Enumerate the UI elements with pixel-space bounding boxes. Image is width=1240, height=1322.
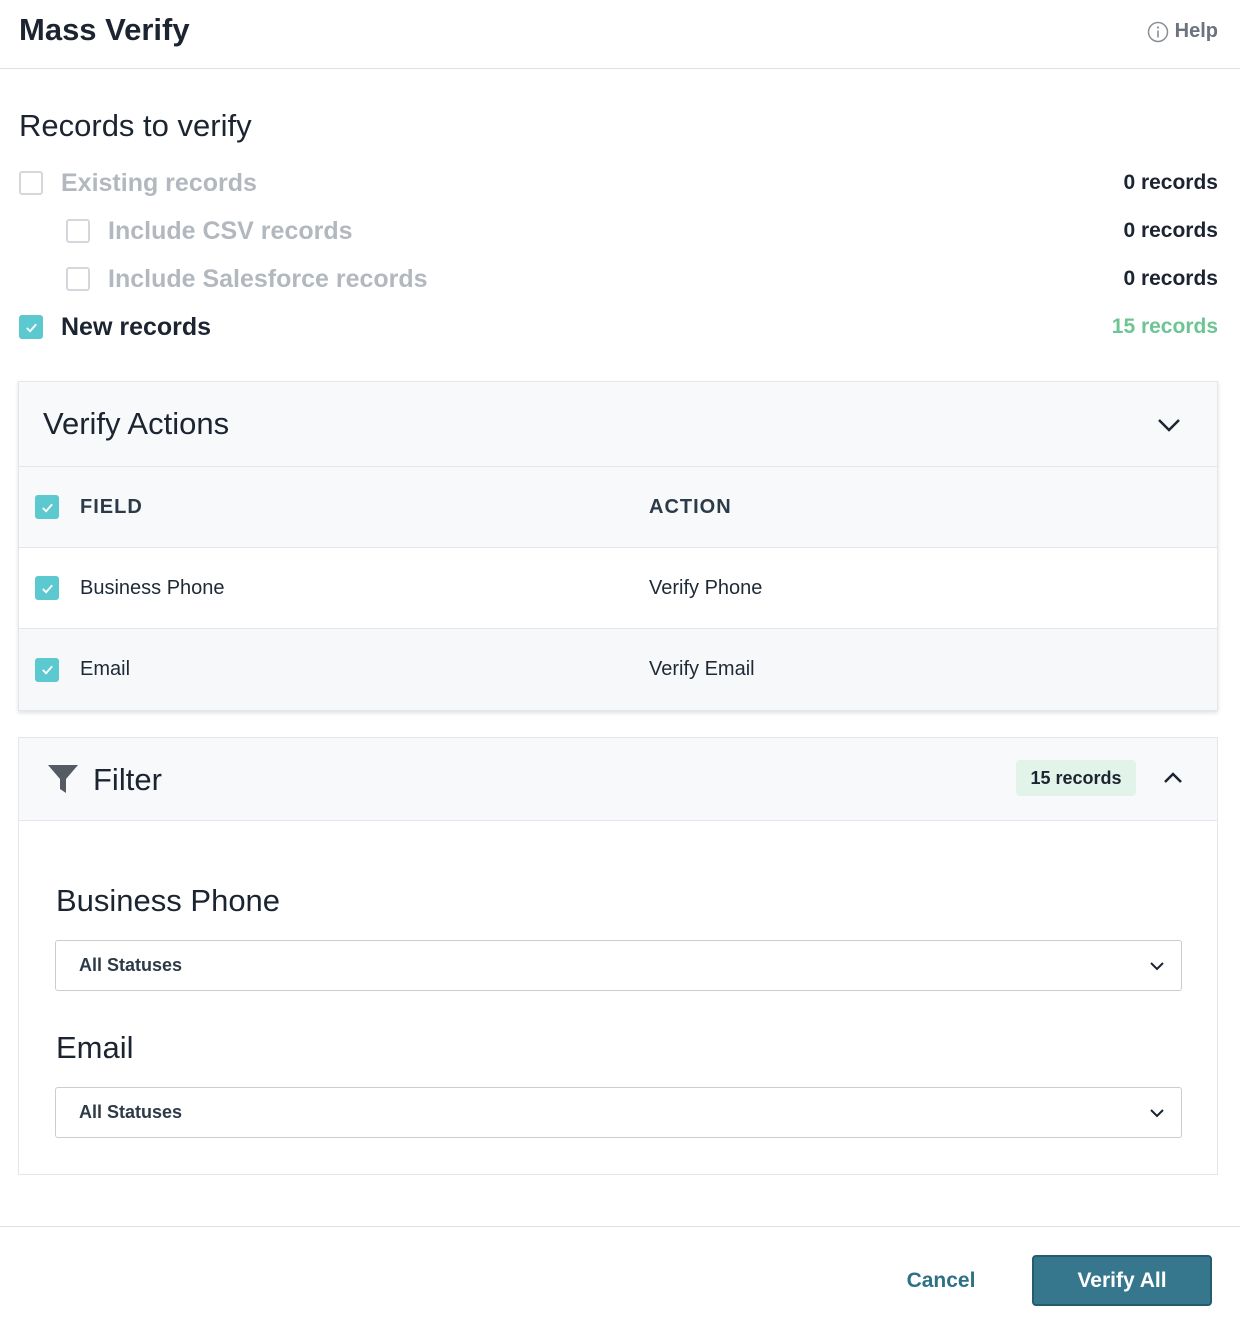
select-all-checkbox[interactable] [35,495,59,519]
chevron-down-icon [1150,962,1164,971]
help-label: Help [1174,20,1218,42]
email-status-select[interactable]: All Statuses [55,1087,1182,1138]
filter-panel: Filter 15 records Business Phone All Sta… [18,737,1218,1175]
chevron-down-icon [1150,1109,1164,1118]
check-icon [41,503,53,513]
action-column-header: ACTION [649,495,732,518]
filter-header[interactable]: Filter 15 records [19,738,1217,821]
chevron-up-icon[interactable] [1159,764,1187,792]
business-phone-checkbox[interactable] [35,576,59,600]
business-phone-status-value: All Statuses [79,955,183,975]
check-icon [41,584,53,594]
existing-records-row[interactable]: Existing records 0 records [19,167,1218,199]
business-phone-filter-label: Business Phone [56,883,281,918]
business-phone-status-select[interactable]: All Statuses [55,940,1182,991]
page-title: Mass Verify [19,12,190,47]
email-status-value: All Statuses [79,1102,183,1122]
help-link[interactable]: Help [1147,20,1218,43]
email-checkbox[interactable] [35,657,59,682]
check-icon [41,665,53,675]
field-cell: Business Phone [80,576,225,599]
include-csv-checkbox[interactable] [66,219,90,243]
modal-header: Mass Verify Help [0,0,1240,69]
existing-records-label: Existing records [61,168,257,197]
new-records-label: New records [61,312,212,341]
existing-records-checkbox[interactable] [19,171,43,195]
records-section-title: Records to verify [19,108,252,143]
funnel-icon [48,765,78,793]
include-csv-count: 0 records [1123,219,1218,242]
include-salesforce-label: Include Salesforce records [108,264,428,293]
include-salesforce-row[interactable]: Include Salesforce records 0 records [66,263,1218,295]
field-column-header: FIELD [80,495,143,518]
verify-all-button[interactable]: Verify All [1032,1255,1212,1306]
include-csv-row[interactable]: Include CSV records 0 records [66,215,1218,247]
filter-title: Filter [93,762,162,797]
verify-actions-panel: Verify Actions FIELD ACTION Business Pho… [18,381,1218,711]
include-salesforce-checkbox[interactable] [66,267,90,291]
table-row: Email Verify Email [19,629,1217,710]
chevron-down-icon[interactable] [1155,411,1183,439]
verify-actions-title: Verify Actions [43,406,230,441]
new-records-checkbox[interactable] [19,315,43,339]
verify-actions-header[interactable]: Verify Actions [19,382,1217,467]
existing-records-count: 0 records [1123,171,1218,194]
info-icon [1147,21,1168,42]
action-cell: Verify Email [649,658,755,680]
action-cell: Verify Phone [649,576,763,599]
check-icon [25,323,37,333]
new-records-row[interactable]: New records 15 records [19,311,1218,343]
table-row: Business Phone Verify Phone [19,548,1217,629]
filter-records-badge: 15 records [1016,760,1136,796]
table-header-row: FIELD ACTION [19,467,1217,548]
cancel-button[interactable]: Cancel [885,1261,997,1301]
modal-footer: Cancel Verify All [0,1226,1240,1322]
include-salesforce-count: 0 records [1123,267,1218,290]
field-cell: Email [80,658,131,680]
email-filter-label: Email [56,1030,134,1065]
new-records-count: 15 records [1111,315,1218,338]
include-csv-label: Include CSV records [108,216,353,245]
